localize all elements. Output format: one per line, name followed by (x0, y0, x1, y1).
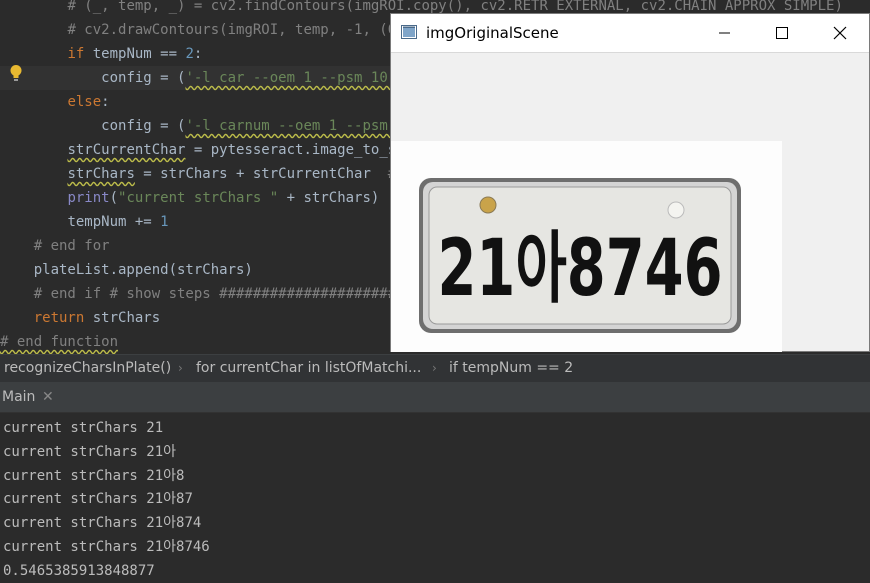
close-icon[interactable]: ✕ (42, 382, 54, 412)
console-output[interactable]: current strChars 21 current strChars 21아 c… (0, 413, 870, 581)
code-token: strChars (67, 166, 135, 182)
code-token: return (33, 310, 93, 326)
code-line[interactable]: if tempNum == 2: (0, 42, 202, 66)
console-line: 0.5465385913848877 (3, 562, 155, 579)
code-token: # end function (0, 334, 119, 350)
code-token: tempNum += (67, 214, 161, 230)
code-line[interactable]: print("current strChars " + strChars) (0, 186, 379, 210)
code-token: strCurrentChar (67, 142, 186, 158)
breadcrumb-item-function[interactable]: recognizeCharsInPlate() (4, 355, 171, 382)
code-token: '-l car --oem 1 --psm 10' (185, 70, 397, 86)
code-token: config = ( (101, 70, 186, 86)
code-token: 2 (185, 46, 194, 62)
breadcrumb: recognizeCharsInPlate() › for currentCha… (0, 354, 870, 382)
breadcrumb-item-if[interactable]: if tempNum == 2 (449, 355, 573, 382)
code-token: else (67, 94, 102, 110)
code-token: strChars (92, 310, 161, 326)
window-titlebar[interactable]: imgOriginalScene (391, 14, 869, 53)
code-token: = strChars + strCurrentChar (134, 166, 388, 182)
code-token: ( (109, 190, 119, 206)
code-line[interactable]: else: (0, 90, 110, 114)
code-token: print (67, 190, 110, 206)
code-token: : (193, 46, 203, 62)
code-line[interactable]: # end for (0, 234, 110, 258)
code-token: : (101, 94, 110, 110)
code-token: config = ( (101, 118, 186, 134)
close-icon[interactable] (817, 14, 863, 52)
console-line: current strChars 21아8746 (3, 539, 210, 555)
code-token: '-l carnum --oem 1 --psm 10' (185, 118, 422, 134)
console-line: current strChars 21아87 (3, 491, 193, 508)
code-line[interactable]: return strChars (0, 306, 160, 330)
plate-text: 21아8746 (438, 224, 723, 314)
code-token: tempNum == (92, 46, 186, 62)
console-line: current strChars 21아8 (3, 467, 185, 484)
console-line: current strChars 21아 (3, 443, 177, 460)
code-line[interactable]: config = ('-l carnum --oem 1 --psm 10') (0, 114, 430, 138)
code-line[interactable]: plateList.append(strChars) (0, 258, 253, 282)
code-token: 1 (160, 214, 169, 230)
code-line[interactable]: tempNum += 1 (0, 210, 169, 234)
breadcrumb-item-for-loop[interactable]: for currentChar in listOfMatchi... (196, 355, 421, 382)
tab-main[interactable]: Main (0, 382, 39, 412)
lightbulb-icon[interactable] (9, 64, 23, 82)
code-token: # end for (33, 238, 110, 254)
chevron-right-icon: › (178, 361, 183, 375)
code-token: "current strChars " (118, 190, 279, 206)
console-line: current strChars 21 (3, 420, 164, 436)
code-token: plateList.append(strChars) (33, 262, 253, 278)
code-line[interactable]: # end function (0, 330, 118, 354)
code-token: if (67, 46, 93, 62)
window-title: imgOriginalScene (426, 24, 559, 42)
license-plate-image: 21아8746 (391, 141, 782, 352)
minimize-icon[interactable] (701, 14, 747, 52)
image-window: imgOriginalScene 21아8746 (390, 13, 870, 352)
maximize-icon[interactable] (759, 14, 805, 52)
code-token: + strChars) (278, 190, 380, 206)
run-tool-window-tabs: Main ✕ (0, 382, 870, 413)
app-icon (401, 25, 417, 39)
chevron-right-icon: › (432, 361, 437, 375)
console-line: current strChars 21아874 (3, 515, 202, 532)
code-token: # (_, temp, _) = cv2.findContours(imgROI… (67, 0, 843, 14)
